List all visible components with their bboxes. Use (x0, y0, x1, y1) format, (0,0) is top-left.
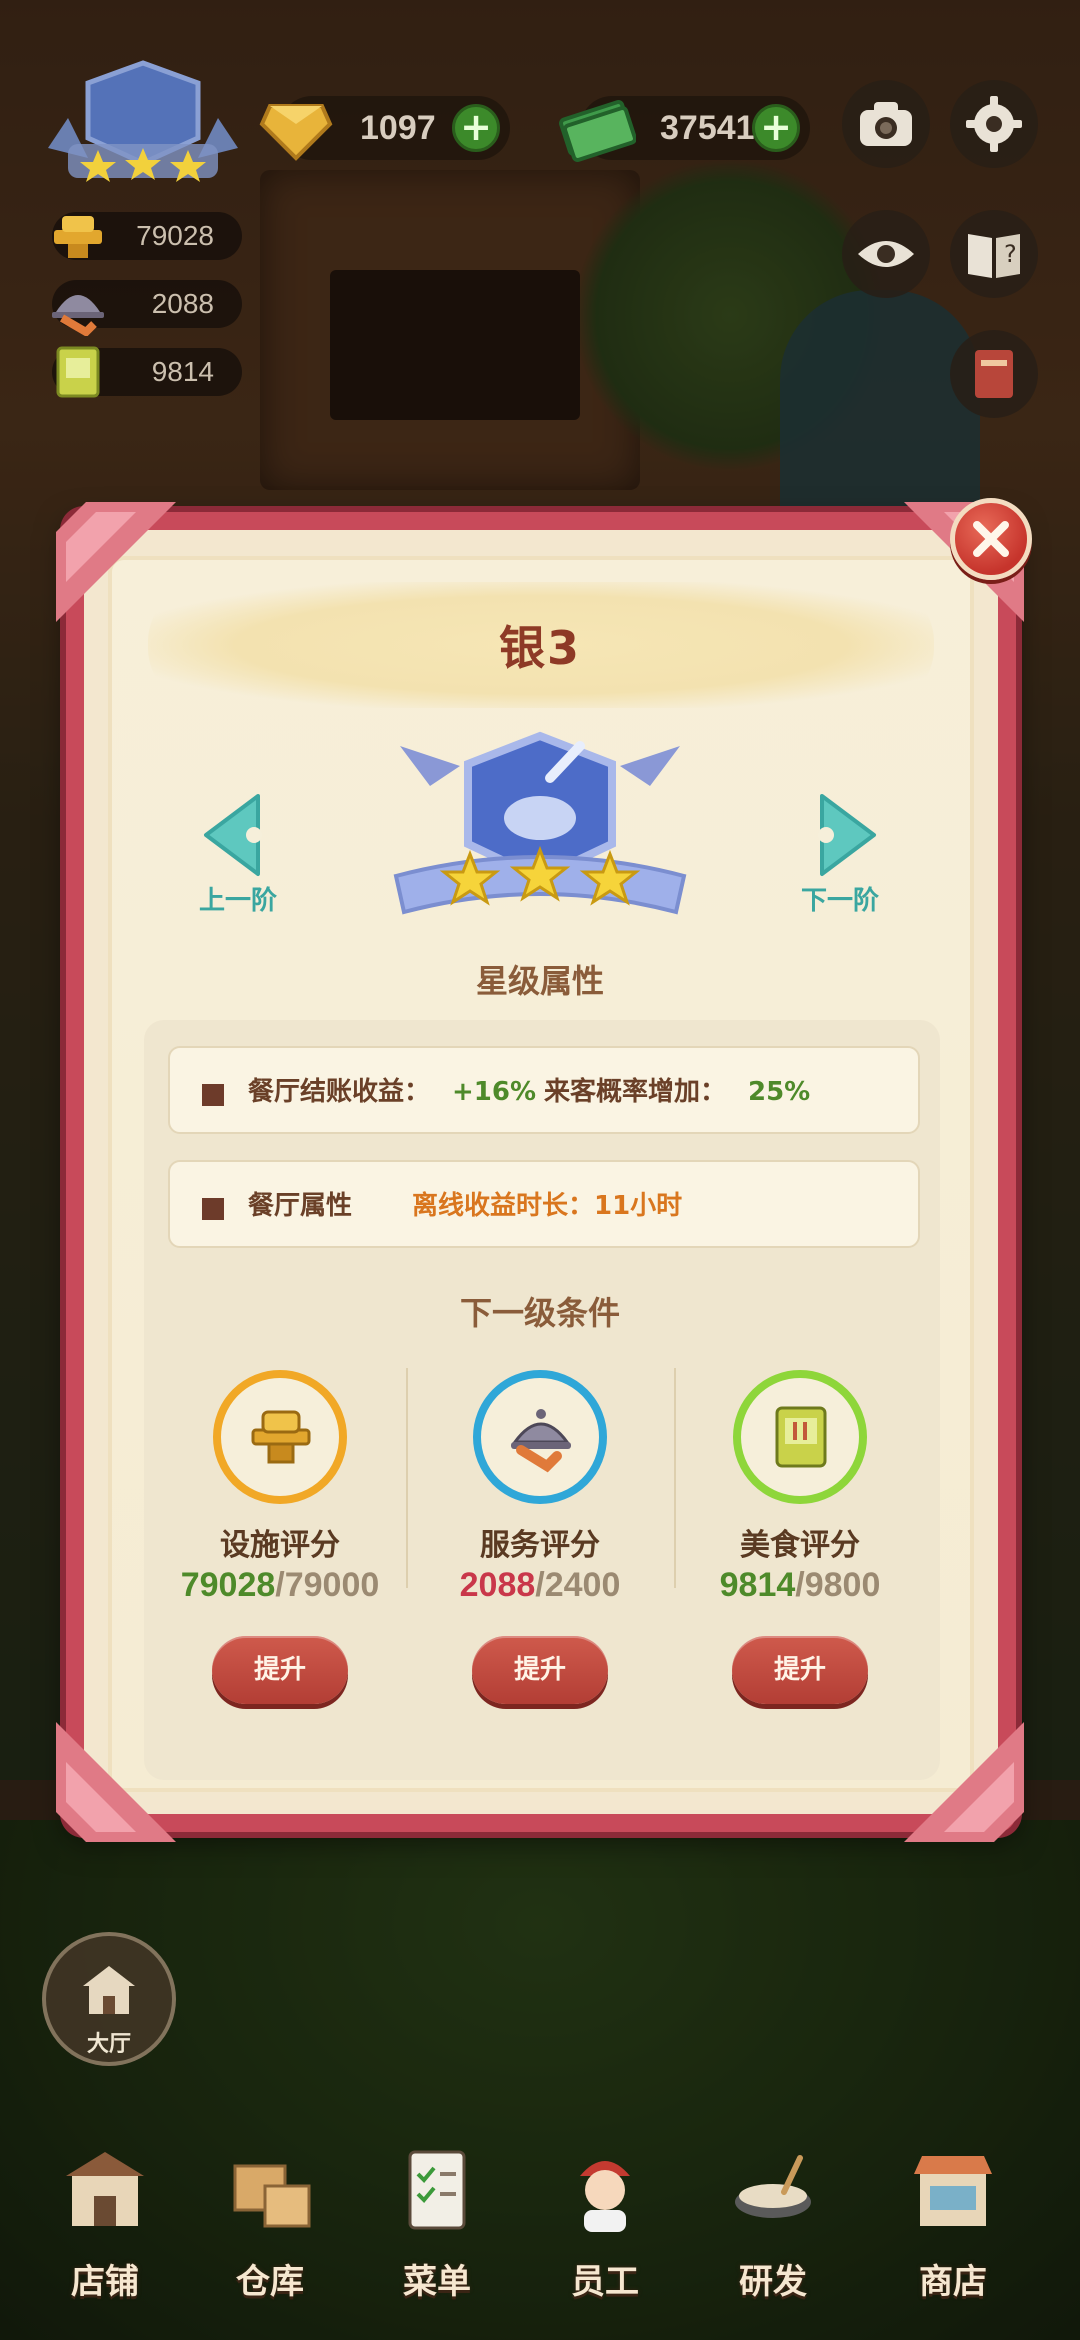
checkout-revenue-label: 餐厅结账收益： (248, 1077, 431, 1107)
camera-icon (860, 102, 912, 146)
hall-button[interactable]: 大厅 (42, 1932, 176, 2066)
previous-rank-arrow-icon[interactable] (198, 790, 270, 880)
tab-research-label: 研发 (739, 2262, 807, 2302)
view-button[interactable] (842, 210, 930, 298)
checkout-revenue-value: +16% (452, 1077, 537, 1107)
tab-menu[interactable]: 菜单 (362, 2150, 512, 2340)
facility-icon (251, 1410, 311, 1464)
food-stat-value: 9814 (151, 356, 214, 387)
close-button[interactable] (950, 498, 1032, 580)
previous-rank-label[interactable]: 上一阶 (178, 880, 298, 917)
bottom-tab-bar: 店铺 仓库 菜单 员工 研发 商店 (0, 2150, 1080, 2340)
tab-staff[interactable]: 员工 (530, 2161, 680, 2340)
tab-warehouse-label: 仓库 (236, 2262, 304, 2302)
cash-value: 375416 (660, 109, 774, 147)
help-book-icon: ? (968, 234, 1020, 278)
visitor-rate-label: 来客概率增加： (544, 1077, 727, 1107)
tab-research[interactable]: 研发 (698, 2155, 848, 2340)
svg-text:?: ? (1004, 240, 1017, 268)
service-score-label: 服务评分 (480, 1528, 600, 1563)
gem-icon (259, 104, 333, 161)
food-condition: 美食评分 9814/9800 提升 (700, 1370, 900, 1704)
food-recipe-book-icon (775, 1406, 827, 1468)
cash-counter: 375416 + (559, 96, 810, 162)
service-icon (511, 1409, 571, 1473)
next-rank-label[interactable]: 下一阶 (780, 880, 900, 917)
add-cash-button[interactable]: + (752, 104, 800, 152)
upgrade-service-button[interactable]: 提升 (472, 1636, 608, 1704)
column-divider (674, 1368, 676, 1588)
gem-value: 1097 (360, 109, 436, 147)
rank-badge-icon[interactable] (48, 58, 238, 193)
hall-house-icon (83, 1966, 135, 2014)
tab-menu-label: 菜单 (403, 2262, 471, 2302)
tab-shop-label: 店铺 (71, 2262, 139, 2302)
facility-stat-value: 79028 (136, 220, 214, 251)
offline-income-duration: 离线收益时长：11小时 (412, 1191, 683, 1221)
star-attributes-heading: 星级属性 (475, 962, 604, 1000)
store-stall-icon (914, 2156, 992, 2226)
food-ring (733, 1370, 867, 1504)
rank-title: 银3 (498, 621, 581, 675)
tab-shop[interactable]: 店铺 (30, 2152, 180, 2340)
red-book-icon (975, 350, 1013, 398)
attribute-row-revenue: 餐厅结账收益： +16% 来客概率增加： 25% (168, 1046, 920, 1134)
food-score-label: 美食评分 (740, 1528, 860, 1563)
service-stat-pill: 2088 (52, 280, 242, 336)
ribbon-corner-top-left (56, 502, 176, 622)
close-icon (973, 521, 1009, 557)
settings-button[interactable] (950, 80, 1038, 168)
gem-counter: 1097 + (259, 96, 510, 161)
facility-ring (213, 1370, 347, 1504)
facility-score-progress: 79028/79000 (160, 1566, 400, 1605)
research-pot-icon (735, 2155, 811, 2218)
hall-label: 大厅 (86, 2032, 131, 2057)
service-current: 2088 (459, 1566, 536, 1604)
gear-icon (966, 96, 1022, 152)
service-score-progress: 2088/2400 (420, 1566, 660, 1605)
add-gems-button[interactable]: + (452, 104, 500, 152)
next-level-conditions-heading: 下一级条件 (459, 1294, 620, 1332)
food-book-icon (56, 346, 100, 398)
staff-chef-icon (580, 2161, 630, 2232)
upgrade-food-button[interactable]: 提升 (732, 1636, 868, 1704)
bullet-square (202, 1198, 224, 1220)
tab-store-label: 商店 (919, 2262, 987, 2302)
service-cloche-icon (52, 295, 104, 336)
restaurant-attribute-label: 餐厅属性 (248, 1191, 353, 1221)
tab-store[interactable]: 商店 (878, 2156, 1028, 2340)
facility-current: 79028 (180, 1566, 276, 1604)
column-divider (406, 1368, 408, 1588)
help-book-button[interactable]: ? (950, 210, 1038, 298)
shop-building-icon (66, 2152, 144, 2226)
silver-rank-medal-icon (393, 731, 687, 915)
eye-icon (858, 241, 914, 267)
attribute-row-offline: 餐厅属性 离线收益时长：11小时 (168, 1160, 920, 1248)
warehouse-boxes-icon (233, 2164, 311, 2228)
visitor-rate-value: 25% (748, 1077, 811, 1107)
recipe-book-button[interactable] (950, 330, 1038, 418)
facility-score-label: 设施评分 (220, 1528, 340, 1563)
food-target: /9800 (795, 1566, 881, 1604)
tab-staff-label: 员工 (571, 2262, 639, 2302)
service-target: /2400 (535, 1566, 621, 1604)
service-stat-value: 2088 (151, 288, 214, 319)
service-condition: 服务评分 2088/2400 提升 (440, 1370, 640, 1704)
facility-stat-pill: 79028 (52, 212, 242, 260)
facility-condition: 设施评分 79028/79000 提升 (180, 1370, 380, 1704)
menu-clipboard-icon (408, 2150, 466, 2230)
facility-gold-icon (54, 216, 102, 258)
facility-target: /79000 (275, 1566, 380, 1604)
food-stat-pill: 9814 (52, 346, 242, 398)
tab-warehouse[interactable]: 仓库 (195, 2164, 345, 2340)
food-current: 9814 (719, 1566, 796, 1604)
food-score-progress: 9814/9800 (680, 1566, 920, 1605)
next-rank-arrow-icon[interactable] (810, 790, 882, 880)
service-ring (473, 1370, 607, 1504)
bullet-square (202, 1084, 224, 1106)
cash-icon (559, 100, 636, 162)
camera-button[interactable] (842, 80, 930, 168)
upgrade-facility-button[interactable]: 提升 (212, 1636, 348, 1704)
